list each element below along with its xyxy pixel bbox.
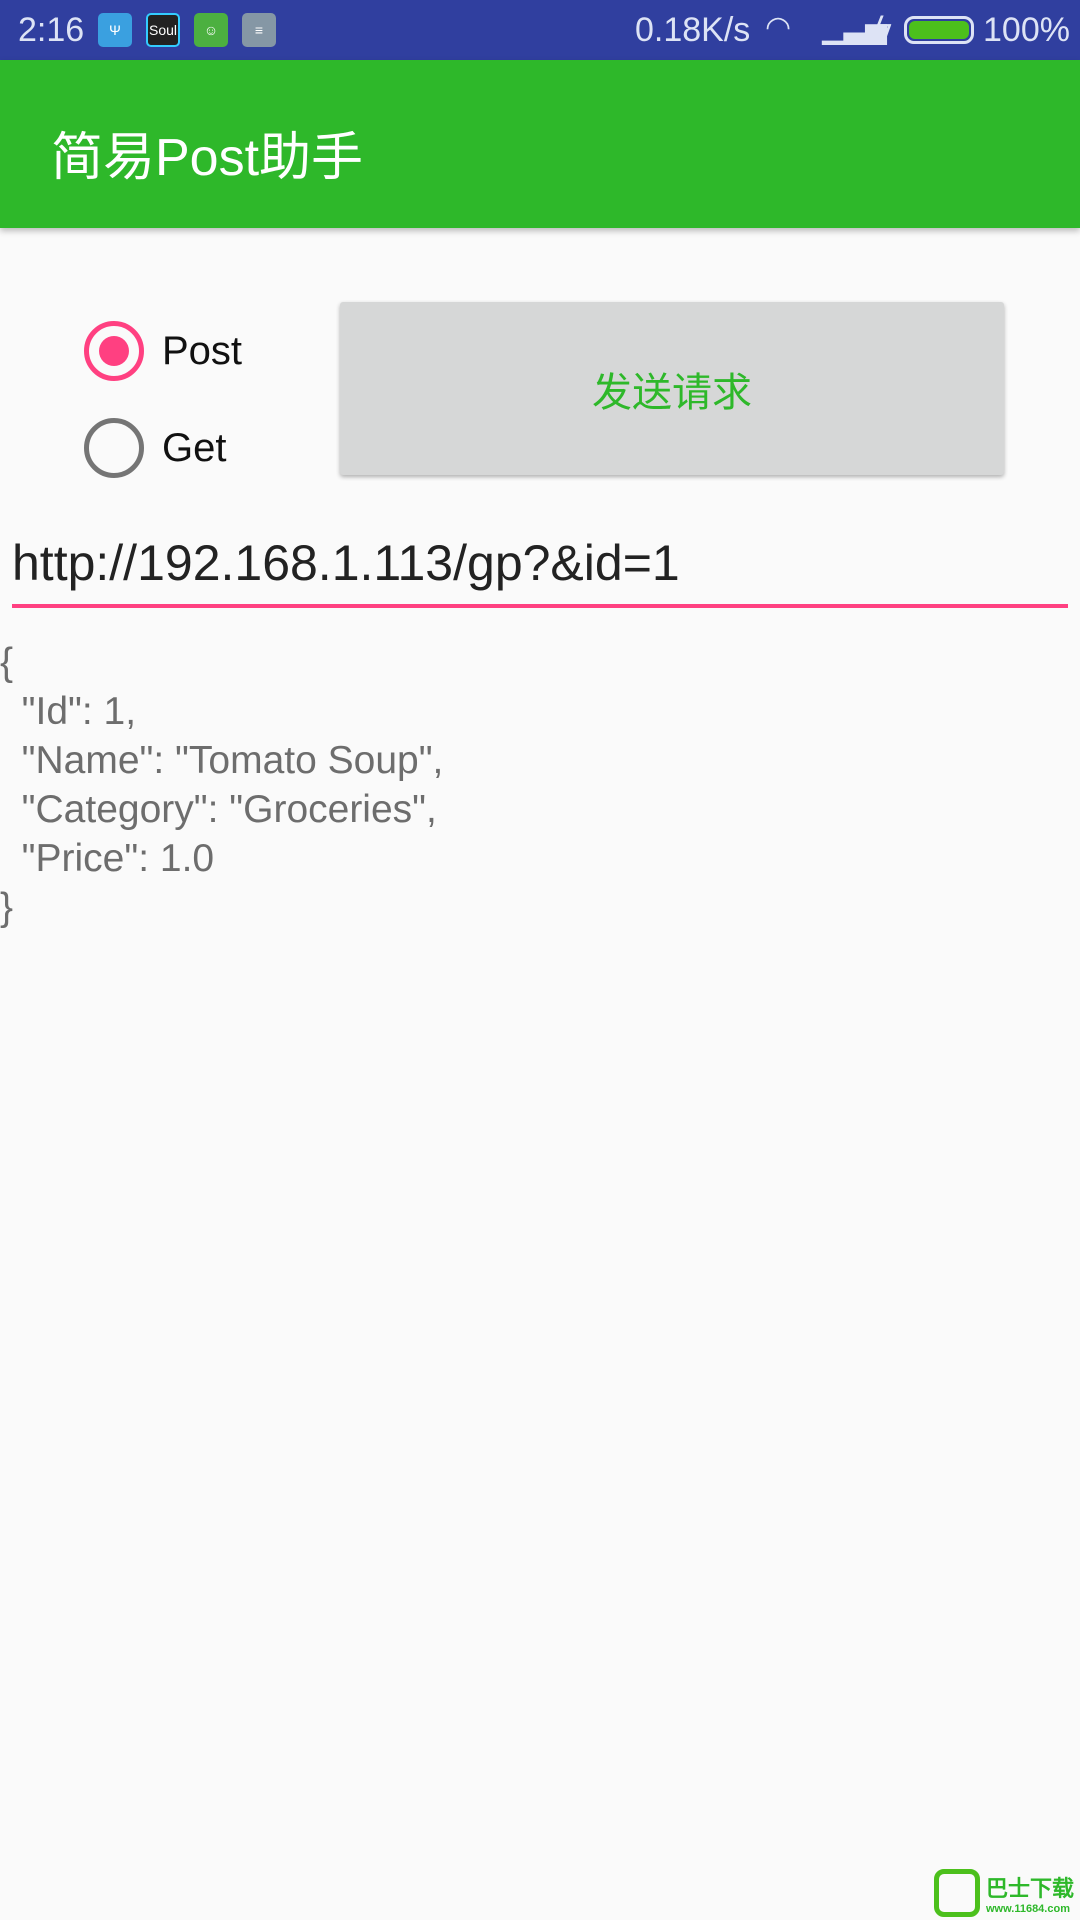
battery-percent: 100% <box>983 11 1070 49</box>
radio-post-label: Post <box>162 328 243 373</box>
url-input[interactable] <box>12 530 1068 608</box>
watermark: 巴士下载 www.11684.com <box>934 1866 1080 1920</box>
watermark-logo-icon <box>934 1869 980 1917</box>
radio-checked-icon <box>84 321 144 381</box>
watermark-url: www.11684.com <box>986 1903 1070 1915</box>
android-icon: ☺ <box>194 13 228 47</box>
wifi-icon: ◠ <box>765 11 792 44</box>
radio-post[interactable]: Post <box>84 321 242 381</box>
watermark-title: 巴士下载 <box>986 1876 1075 1901</box>
app-title: 简易Post助手 <box>51 129 364 187</box>
battery-icon <box>904 16 974 44</box>
charging-icon: ϟ <box>876 10 892 43</box>
soul-app-icon: Soul <box>146 13 180 47</box>
clock: 2:16 <box>18 11 85 49</box>
usb-icon: Ψ <box>98 13 132 47</box>
response-text: { "Id": 1, "Name": "Tomato Soup", "Categ… <box>0 641 444 929</box>
radio-get[interactable]: Get <box>84 418 226 478</box>
soul-label: Soul <box>148 22 178 38</box>
storage-icon: ≡ <box>242 13 276 47</box>
send-request-button[interactable]: 发送请求 <box>340 302 1004 475</box>
radio-unchecked-icon <box>84 418 144 478</box>
radio-get-label: Get <box>162 425 227 470</box>
status-bar: 2:16 Ψ Soul ☺ ≡ 0.18K/s ◠ ▁▃▅ ϟ 100% <box>0 0 1080 60</box>
app-bar: 简易Post助手 <box>0 60 1080 228</box>
net-speed: 0.18K/s <box>635 11 751 49</box>
